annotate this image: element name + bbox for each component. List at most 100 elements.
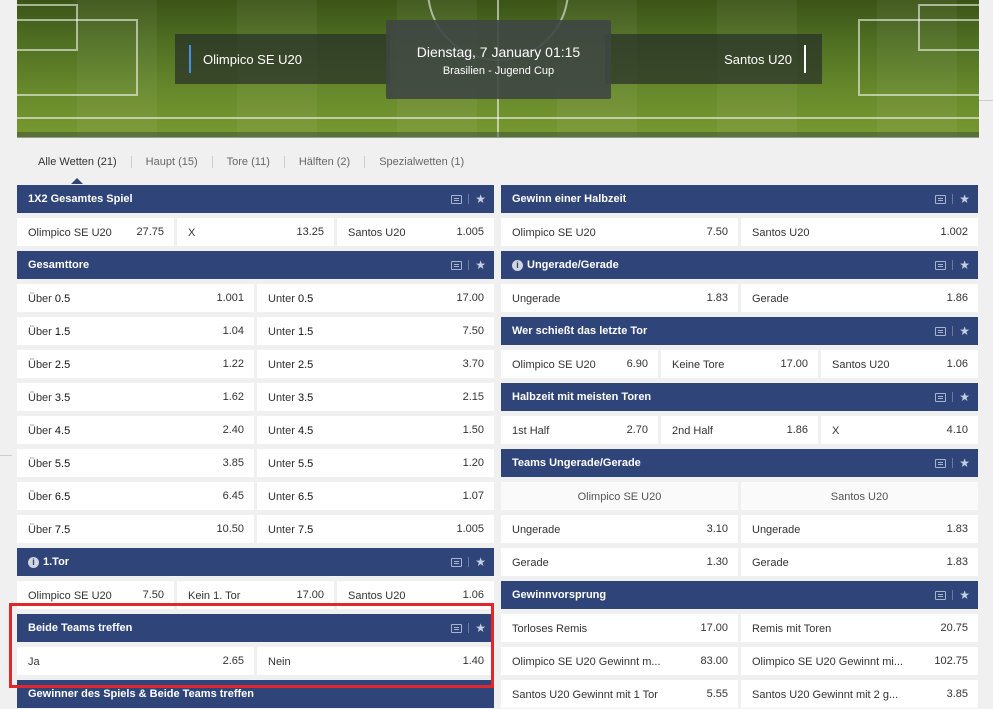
- info-icon[interactable]: i: [512, 260, 523, 271]
- stats-icon[interactable]: [935, 392, 947, 402]
- odds-cell[interactable]: X 4.10: [821, 416, 978, 444]
- star-icon[interactable]: ★: [475, 258, 486, 272]
- star-icon[interactable]: ★: [959, 324, 970, 338]
- odds-cell[interactable]: Remis mit Toren 20.75: [741, 614, 978, 642]
- odds-cell[interactable]: X 13.25: [177, 218, 334, 246]
- odds-value: 7.50: [142, 589, 164, 601]
- star-icon[interactable]: ★: [475, 555, 486, 569]
- stats-icon[interactable]: [935, 194, 947, 204]
- odds-cell[interactable]: Olimpico SE U20 6.90: [501, 350, 658, 378]
- away-team-name: Santos U20: [724, 52, 792, 67]
- over-cell[interactable]: Über 0.5 1.001: [17, 284, 254, 312]
- tab-alle-wetten[interactable]: Alle Wetten (21): [24, 150, 131, 184]
- odds-cell[interactable]: Gerade 1.30: [501, 548, 738, 576]
- odds-label: Santos U20 Gewinnt mit 1 Tor: [512, 689, 658, 701]
- stats-icon[interactable]: [451, 557, 463, 567]
- under-cell[interactable]: Unter 5.5 1.20: [257, 449, 494, 477]
- odds-cell[interactable]: Kein 1. Tor 17.00: [177, 581, 334, 609]
- odds-cell[interactable]: Santos U20 1.005: [337, 218, 494, 246]
- odds-value: 2.65: [222, 655, 244, 667]
- tab-spezialwetten[interactable]: Spezialwetten (1): [365, 150, 478, 174]
- star-icon[interactable]: ★: [959, 588, 970, 602]
- odds-cell[interactable]: 2nd Half 1.86: [661, 416, 818, 444]
- star-icon[interactable]: ★: [475, 621, 486, 635]
- odds-label: Über 5.5: [28, 458, 70, 470]
- odds-cell-nein[interactable]: Nein 1.40: [257, 647, 494, 675]
- under-cell[interactable]: Unter 3.5 2.15: [257, 383, 494, 411]
- odds-cell[interactable]: Santos U20 1.06: [821, 350, 978, 378]
- odds-value: 1.40: [462, 655, 484, 667]
- away-team-box[interactable]: Santos U20: [605, 34, 822, 84]
- stats-icon[interactable]: [935, 260, 947, 270]
- stats-icon[interactable]: [935, 326, 947, 336]
- over-cell[interactable]: Über 4.5 2.40: [17, 416, 254, 444]
- market-header-1x2[interactable]: 1X2 Gesamtes Spiel ★: [17, 185, 494, 213]
- tab-haelften[interactable]: Hälften (2): [285, 150, 364, 174]
- market-header-halbzeit-meisten[interactable]: Halbzeit mit meisten Toren ★: [501, 383, 978, 411]
- tab-tore[interactable]: Tore (11): [213, 150, 284, 174]
- home-team-box[interactable]: Olimpico SE U20: [175, 34, 390, 84]
- market-header-ungerade-gerade[interactable]: i Ungerade/Gerade ★: [501, 251, 978, 279]
- stats-icon[interactable]: [451, 194, 463, 204]
- odds-label: Santos U20: [752, 227, 810, 239]
- market-header-1-tor[interactable]: i 1.Tor ★: [17, 548, 494, 576]
- market-header-teams-ungerade[interactable]: Teams Ungerade/Gerade ★: [501, 449, 978, 477]
- odds-cell[interactable]: Olimpico SE U20 Gewinnt m... 83.00: [501, 647, 738, 675]
- stats-icon[interactable]: [451, 623, 463, 633]
- stats-icon[interactable]: [935, 590, 947, 600]
- odds-cell[interactable]: Keine Tore 17.00: [661, 350, 818, 378]
- over-cell[interactable]: Über 2.5 1.22: [17, 350, 254, 378]
- odds-value: 1.86: [786, 424, 808, 436]
- market-header-gewinner-beide[interactable]: Gewinner des Spiels & Beide Teams treffe…: [17, 680, 494, 708]
- odds-cell[interactable]: Ungerade 1.83: [741, 515, 978, 543]
- odds-cell[interactable]: Ungerade 3.10: [501, 515, 738, 543]
- line-value: 6.5: [54, 491, 71, 503]
- under-cell[interactable]: Unter 6.5 1.07: [257, 482, 494, 510]
- line-value: 3.5: [297, 392, 314, 404]
- star-icon[interactable]: ★: [959, 192, 970, 206]
- stats-icon[interactable]: [451, 260, 463, 270]
- under-cell[interactable]: Unter 4.5 1.50: [257, 416, 494, 444]
- market-header-gesamttore[interactable]: Gesamttore ★: [17, 251, 494, 279]
- odds-cell[interactable]: Torloses Remis 17.00: [501, 614, 738, 642]
- over-cell[interactable]: Über 5.5 3.85: [17, 449, 254, 477]
- odds-cell[interactable]: Santos U20 Gewinnt mit 2 g... 3.85: [741, 680, 978, 708]
- odds-cell[interactable]: Olimpico SE U20 7.50: [501, 218, 738, 246]
- under-cell[interactable]: Unter 1.5 7.50: [257, 317, 494, 345]
- odds-cell[interactable]: Santos U20 1.002: [741, 218, 978, 246]
- under-cell[interactable]: Unter 7.5 1.005: [257, 515, 494, 543]
- odds-value: 3.70: [462, 358, 484, 370]
- odds-cell[interactable]: Olimpico SE U20 27.75: [17, 218, 174, 246]
- odds-label: Über 3.5: [28, 392, 70, 404]
- over-cell[interactable]: Über 3.5 1.62: [17, 383, 254, 411]
- star-icon[interactable]: ★: [959, 456, 970, 470]
- over-cell[interactable]: Über 7.5 10.50: [17, 515, 254, 543]
- stats-icon[interactable]: [935, 458, 947, 468]
- star-icon[interactable]: ★: [959, 390, 970, 404]
- odds-cell[interactable]: 1st Half 2.70: [501, 416, 658, 444]
- over-cell[interactable]: Über 1.5 1.04: [17, 317, 254, 345]
- info-icon[interactable]: i: [28, 557, 39, 568]
- market-header-letztes-tor[interactable]: Wer schießt das letzte Tor ★: [501, 317, 978, 345]
- star-icon[interactable]: ★: [475, 192, 486, 206]
- odds-cell[interactable]: Santos U20 1.06: [337, 581, 494, 609]
- under-cell[interactable]: Unter 0.5 17.00: [257, 284, 494, 312]
- market-title: Wer schießt das letzte Tor: [512, 325, 648, 337]
- odds-cell[interactable]: Olimpico SE U20 Gewinnt mi... 102.75: [741, 647, 978, 675]
- under-cell[interactable]: Unter 2.5 3.70: [257, 350, 494, 378]
- odds-cell[interactable]: Gerade 1.83: [741, 548, 978, 576]
- market-header-gewinnvorsprung[interactable]: Gewinnvorsprung ★: [501, 581, 978, 609]
- odds-cell[interactable]: Olimpico SE U20 7.50: [17, 581, 174, 609]
- odds-cell[interactable]: Ungerade 1.83: [501, 284, 738, 312]
- odds-cell[interactable]: Santos U20 Gewinnt mit 1 Tor 5.55: [501, 680, 738, 708]
- tab-haupt[interactable]: Haupt (15): [132, 150, 212, 174]
- over-cell[interactable]: Über 6.5 6.45: [17, 482, 254, 510]
- odds-cell[interactable]: Gerade 1.86: [741, 284, 978, 312]
- under-word: Unter: [268, 392, 295, 404]
- star-icon[interactable]: ★: [959, 258, 970, 272]
- market-header-beide-teams[interactable]: Beide Teams treffen ★: [17, 614, 494, 642]
- odds-cell-ja[interactable]: Ja 2.65: [17, 647, 254, 675]
- gesamttore-rows: Über 0.5 1.001 Unter 0.5 17.00 Über 1.5 1.04 U…: [17, 284, 494, 543]
- market-header-gewinn-halbzeit[interactable]: Gewinn einer Halbzeit ★: [501, 185, 978, 213]
- odds-label: Olimpico SE U20: [512, 359, 596, 371]
